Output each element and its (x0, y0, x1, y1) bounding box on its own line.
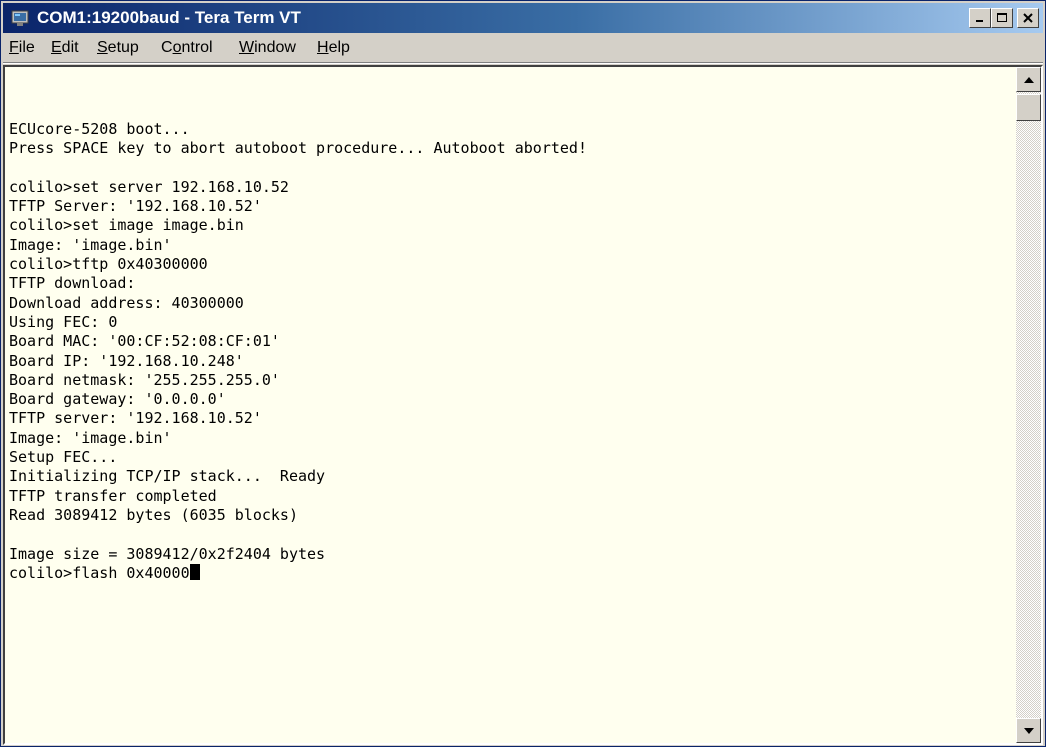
tera-term-window: COM1:19200baud - Tera Term VT File Edit … (0, 0, 1046, 747)
terminal-line-text: Initializing TCP/IP stack... Ready (9, 467, 326, 486)
menu-edit[interactable]: Edit (51, 39, 79, 57)
terminal-line-text: Board MAC: '00:CF:52:08:CF:01' (9, 332, 280, 351)
terminal-line: TFTP Server: '192.168.10.52' (9, 197, 587, 216)
terminal-line: Read 3089412 bytes (6035 blocks) (9, 506, 587, 525)
window-title: COM1:19200baud - Tera Term VT (37, 8, 301, 27)
menu-window[interactable]: Window (239, 39, 296, 57)
menu-control-pre: C (161, 39, 173, 56)
terminal-line-text: ECUcore-5208 boot... (9, 120, 190, 138)
terminal-line: Board netmask: '255.255.255.0' (9, 371, 587, 390)
terminal-line: Initializing TCP/IP stack... Ready (9, 467, 587, 486)
menu-edit-rest: dit (61, 39, 79, 56)
menu-control-rest: ntrol (181, 39, 213, 56)
terminal-line: Board IP: '192.168.10.248' (9, 352, 587, 371)
terminal-line: colilo>flash 0x40000 (9, 563, 587, 583)
terminal-line-text: Image: 'image.bin' (9, 235, 172, 254)
terminal-line-text: Using FEC: 0 (9, 312, 118, 331)
terminal-screen[interactable]: ECUcore-5208 boot... Press SPACE key to a… (5, 67, 1016, 743)
terminal-line-text: colilo>flash 0x40000 (9, 563, 190, 582)
title-bar[interactable]: COM1:19200baud - Tera Term VT (3, 3, 1043, 33)
menu-file[interactable]: File (9, 39, 35, 57)
maximize-icon (997, 13, 1007, 22)
terminal-line: colilo>set image image.bin (9, 216, 587, 235)
terminal-line-text: TFTP Server: '192.168.10.52' (9, 197, 262, 216)
tera-term-app-icon[interactable] (11, 9, 29, 27)
terminal-line-text: Download address: 40300000 (9, 293, 244, 312)
menu-help[interactable]: Help (317, 39, 350, 57)
minimize-icon (976, 20, 983, 22)
terminal-line: colilo>tftp 0x40300000 (9, 255, 587, 274)
terminal-line-text: Board IP: '192.168.10.248' (9, 351, 244, 370)
terminal-line: Press SPACE key to abort autoboot proced… (9, 139, 587, 158)
terminal-line: TFTP server: '192.168.10.52' (9, 409, 587, 428)
menu-file-mnemonic: F (9, 39, 19, 56)
scroll-down-button[interactable] (1016, 718, 1041, 743)
terminal-line-text: colilo>set image image.bin (9, 216, 244, 235)
terminal-frame: ECUcore-5208 boot... Press SPACE key to a… (3, 65, 1043, 745)
menu-setup-mnemonic: S (97, 39, 108, 56)
menu-help-rest: elp (328, 39, 350, 56)
text-cursor (189, 563, 200, 580)
terminal-line-text: TFTP transfer completed (9, 486, 217, 505)
terminal-line: Image: 'image.bin' (9, 236, 587, 255)
menu-control[interactable]: Control (161, 39, 213, 57)
menu-window-rest: indow (254, 39, 296, 56)
maximize-button[interactable] (991, 8, 1013, 28)
terminal-line: Board MAC: '00:CF:52:08:CF:01' (9, 332, 587, 351)
menu-window-mnemonic: W (239, 39, 255, 56)
terminal-line-text: colilo>set server 192.168.10.52 (9, 177, 289, 196)
menu-separator (3, 62, 1043, 64)
menu-help-mnemonic: H (317, 39, 329, 56)
terminal-line: Board gateway: '0.0.0.0' (9, 390, 587, 409)
scroll-up-button[interactable] (1016, 67, 1041, 92)
terminal-line: colilo>set server 192.168.10.52 (9, 178, 587, 197)
terminal-line-text: Setup FEC... (9, 448, 118, 467)
terminal-line-text: Board netmask: '255.255.255.0' (9, 370, 280, 389)
terminal-line-text: colilo>tftp 0x40300000 (9, 255, 208, 274)
terminal-line-text: Board gateway: '0.0.0.0' (9, 390, 226, 409)
terminal-line-text: Read 3089412 bytes (6035 blocks) (9, 505, 298, 524)
terminal-line: TFTP transfer completed (9, 487, 587, 506)
terminal-line: TFTP download: (9, 274, 587, 293)
arrow-up-icon (1023, 76, 1034, 83)
scroll-thumb[interactable] (1016, 94, 1041, 121)
terminal-line: Setup FEC... (9, 448, 587, 467)
terminal-line: Using FEC: 0 (9, 313, 587, 332)
close-button[interactable] (1017, 8, 1039, 28)
menu-file-rest: ile (18, 39, 35, 56)
close-icon (1023, 13, 1033, 23)
terminal-line-text: Image: 'image.bin' (9, 428, 172, 447)
menu-edit-mnemonic: E (51, 39, 62, 56)
menu-bar: File Edit Setup Control Window Help (3, 34, 1043, 62)
terminal-line: Image size = 3089412/0x2f2404 bytes (9, 545, 587, 564)
minimize-button[interactable] (969, 8, 991, 28)
terminal-line: Image: 'image.bin' (9, 429, 587, 448)
terminal-line-text: Press SPACE key to abort autoboot proced… (9, 139, 587, 158)
terminal-output: ECUcore-5208 boot... Press SPACE key to a… (9, 120, 587, 583)
arrow-down-icon (1023, 727, 1034, 734)
menu-setup[interactable]: Setup (97, 39, 139, 57)
terminal-line-text: Image size = 3089412/0x2f2404 bytes (9, 544, 326, 563)
terminal-line-text: TFTP download: (9, 274, 136, 293)
vertical-scrollbar[interactable] (1016, 67, 1041, 743)
terminal-line: Download address: 40300000 (9, 294, 587, 313)
menu-setup-rest: etup (107, 39, 139, 56)
terminal-line: ECUcore-5208 boot... (9, 120, 587, 139)
terminal-line-text: TFTP server: '192.168.10.52' (9, 409, 262, 428)
